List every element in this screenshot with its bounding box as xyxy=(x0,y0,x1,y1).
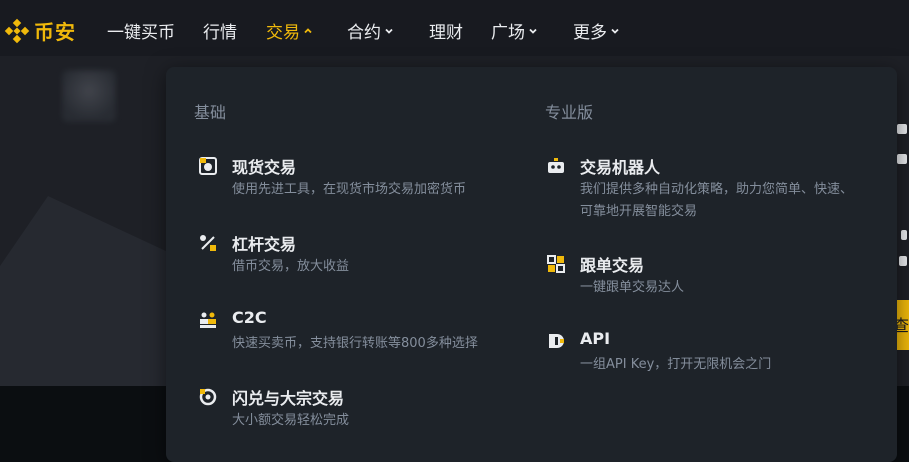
menu-item-desc: 使用先进工具，在现货市场交易加密货币 xyxy=(232,182,467,197)
brand-name: 币安 xyxy=(34,20,76,44)
menu-item-api[interactable]: API 一组API Key，打开无限机会之门 xyxy=(547,329,847,373)
margin-icon xyxy=(200,235,216,251)
menu-item-title: 杠杆交易 xyxy=(232,235,297,254)
menu-item-desc: 快速买卖币，支持银行转账等800多种选择 xyxy=(232,336,478,351)
nav-item-label: 理财 xyxy=(429,23,463,43)
menu-item-desc: 一组API Key，打开无限机会之门 xyxy=(580,357,772,372)
nav-item-label: 一键买币 xyxy=(107,23,175,43)
nav-item-label: 行情 xyxy=(203,23,237,43)
c2c-icon xyxy=(200,312,216,328)
menu-item-spot[interactable]: 现货交易 使用先进工具，在现货市场交易加密货币 xyxy=(199,154,529,198)
menu-item-desc: 一键跟单交易达人 xyxy=(580,280,685,295)
menu-item-title: 闪兑与大宗交易 xyxy=(232,389,345,408)
nav-item-label: 广场 xyxy=(491,23,525,43)
trade-dropdown-menu: 基础 现货交易 使用先进工具，在现货市场交易加密货币 杠杆交易 借币交易，放大收… xyxy=(166,67,897,462)
nav-item-buy-crypto[interactable]: 一键买币 xyxy=(107,18,175,43)
menu-item-title: C2C xyxy=(232,308,267,327)
chevron-down-icon xyxy=(385,28,393,34)
chevron-down-icon xyxy=(529,28,537,34)
section-title-basic: 基础 xyxy=(194,103,227,122)
nav-item-square[interactable]: 广场 xyxy=(491,18,538,43)
nav-item-earn[interactable]: 理财 xyxy=(429,18,463,43)
menu-item-title: API xyxy=(580,329,611,348)
nav-item-futures[interactable]: 合约 xyxy=(347,18,394,43)
menu-item-c2c[interactable]: C2C 快速买卖币，支持银行转账等800多种选择 xyxy=(199,308,529,352)
copy-trading-icon xyxy=(547,255,565,273)
nav-item-label: 交易 xyxy=(266,23,300,43)
menu-item-trading-bots[interactable]: 交易机器人 我们提供多种自动化策略，助力您简单、快速、可靠地开展智能交易 xyxy=(547,154,853,220)
nav-item-trade[interactable]: 交易 xyxy=(266,18,313,43)
menu-item-copy-trading[interactable]: 跟单交易 一键跟单交易达人 xyxy=(547,252,847,296)
hero-cube-illustration xyxy=(62,70,116,122)
brand-logo[interactable]: 币安 xyxy=(4,16,76,45)
bot-icon xyxy=(548,158,564,173)
hero-shape-body xyxy=(0,266,170,386)
spot-icon xyxy=(199,157,217,175)
nav-item-label: 更多 xyxy=(573,23,607,43)
nav-item-label: 合约 xyxy=(347,23,381,43)
top-nav: 币安 一键买币 行情 交易 合约 理财 广场 更多 xyxy=(0,0,909,56)
chevron-up-icon xyxy=(304,27,312,33)
convert-icon xyxy=(199,388,217,406)
nav-item-more[interactable]: 更多 xyxy=(573,18,620,43)
menu-item-convert-otc[interactable]: 闪兑与大宗交易 大小额交易轻松完成 xyxy=(199,385,529,429)
menu-item-desc: 借币交易，放大收益 xyxy=(232,259,350,274)
nav-item-markets[interactable]: 行情 xyxy=(203,18,237,43)
section-title-pro: 专业版 xyxy=(545,103,594,122)
menu-item-title: 跟单交易 xyxy=(580,256,645,275)
menu-item-desc: 大小额交易轻松完成 xyxy=(232,413,350,428)
menu-item-desc: 我们提供多种自动化策略，助力您简单、快速、可靠地开展智能交易 xyxy=(580,182,854,219)
api-icon xyxy=(549,334,564,348)
binance-logo-icon xyxy=(4,18,30,43)
menu-item-title: 交易机器人 xyxy=(580,158,661,177)
menu-item-margin[interactable]: 杠杆交易 借币交易，放大收益 xyxy=(199,231,529,275)
right-edge-icons xyxy=(895,120,909,270)
right-edge-button[interactable]: 查 xyxy=(893,300,909,350)
menu-item-title: 现货交易 xyxy=(232,158,297,177)
chevron-down-icon xyxy=(611,28,619,34)
